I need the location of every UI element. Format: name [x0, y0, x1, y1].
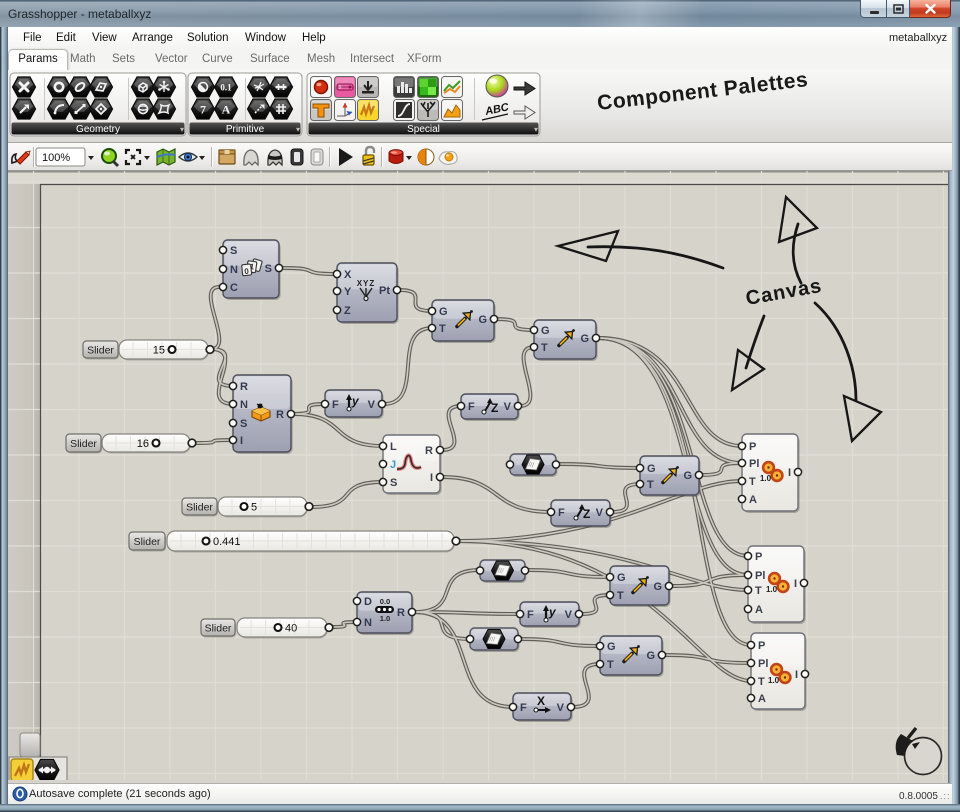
- svg-text:Z: Z: [583, 507, 590, 521]
- svg-text:F: F: [527, 609, 534, 621]
- svg-text:7: 7: [200, 103, 206, 117]
- svg-text:A: A: [758, 693, 766, 705]
- svg-text:Slider: Slider: [70, 438, 97, 450]
- svg-text:I: I: [240, 435, 243, 447]
- svg-text:▾: ▾: [534, 125, 538, 134]
- svg-text:T: T: [541, 342, 548, 354]
- svg-text:P: P: [758, 640, 765, 652]
- svg-text:D: D: [364, 596, 372, 608]
- svg-text:16: 16: [137, 438, 149, 450]
- svg-text:C: C: [230, 282, 238, 294]
- svg-text:P: P: [755, 551, 762, 563]
- svg-text:G: G: [646, 650, 655, 662]
- svg-text:▾: ▾: [296, 125, 300, 134]
- svg-text:G: G: [478, 314, 487, 326]
- svg-text:S: S: [265, 263, 272, 275]
- svg-text:1.0: 1.0: [760, 474, 772, 483]
- svg-text:V: V: [557, 702, 565, 714]
- svg-text:Primitive: Primitive: [226, 124, 265, 135]
- svg-text:X: X: [344, 269, 352, 281]
- svg-text:15: 15: [153, 345, 165, 357]
- svg-text:S: S: [390, 477, 397, 489]
- svg-text:0.0: 0.0: [380, 597, 390, 606]
- svg-text:J: J: [390, 459, 396, 471]
- svg-text:R: R: [240, 381, 248, 393]
- svg-text:N: N: [240, 399, 248, 411]
- svg-text:Slider: Slider: [87, 345, 114, 357]
- svg-text:XYZ: XYZ: [357, 279, 376, 288]
- svg-text:G: G: [647, 463, 656, 475]
- svg-text:G: G: [617, 572, 626, 584]
- svg-text:G: G: [607, 641, 616, 653]
- svg-text:Pl: Pl: [758, 658, 768, 670]
- svg-text:5: 5: [251, 502, 257, 514]
- svg-text:100%: 100%: [42, 152, 70, 164]
- svg-text:G: G: [541, 325, 550, 337]
- svg-text:Slider: Slider: [186, 502, 213, 514]
- svg-text:Y: Y: [344, 286, 352, 298]
- svg-text:T: T: [607, 659, 614, 671]
- svg-text:1.0: 1.0: [768, 676, 780, 685]
- svg-text:L: L: [390, 441, 397, 453]
- svg-text:P: P: [749, 441, 756, 453]
- svg-text:X: X: [537, 694, 545, 708]
- svg-text:S: S: [240, 418, 247, 430]
- svg-text:Geometry: Geometry: [76, 124, 120, 135]
- svg-text:Pl: Pl: [755, 570, 765, 582]
- svg-text:G: G: [683, 470, 692, 482]
- svg-text:R: R: [397, 607, 405, 619]
- svg-text:S: S: [230, 245, 237, 257]
- svg-text:▾: ▾: [180, 125, 184, 134]
- svg-text:Z: Z: [491, 401, 498, 415]
- svg-text:N: N: [364, 617, 372, 629]
- svg-text:Special: Special: [407, 124, 440, 135]
- svg-text:1.0: 1.0: [380, 614, 390, 623]
- svg-text:I: I: [788, 467, 791, 479]
- svg-text:40: 40: [285, 623, 297, 635]
- svg-text:y: y: [548, 605, 557, 619]
- svg-text:T: T: [755, 585, 762, 597]
- svg-text:y: y: [351, 394, 360, 408]
- svg-text:0.1: 0.1: [220, 83, 232, 93]
- svg-text:A: A: [222, 103, 231, 117]
- svg-text:Component Palettes: Component Palettes: [596, 70, 809, 115]
- svg-text:F: F: [468, 401, 475, 413]
- svg-text:I: I: [794, 578, 797, 590]
- svg-text:R: R: [276, 409, 284, 421]
- svg-text:G: G: [653, 581, 662, 593]
- svg-text:F: F: [558, 507, 565, 519]
- svg-text:A: A: [755, 604, 763, 616]
- svg-text:V: V: [368, 399, 376, 411]
- svg-text:Slider: Slider: [205, 623, 232, 635]
- svg-text:G: G: [439, 306, 448, 318]
- svg-text:T: T: [439, 323, 446, 335]
- svg-text:V: V: [565, 609, 573, 621]
- svg-text:T: T: [758, 676, 765, 688]
- svg-text:T: T: [749, 476, 756, 488]
- svg-text:Slider: Slider: [134, 536, 161, 548]
- svg-text:F: F: [520, 702, 527, 714]
- svg-text:F: F: [332, 399, 339, 411]
- svg-text:Pl: Pl: [749, 458, 759, 470]
- svg-text:A: A: [749, 494, 757, 506]
- svg-text:I: I: [795, 669, 798, 681]
- svg-text:Pt: Pt: [379, 285, 390, 297]
- svg-text:T: T: [617, 590, 624, 602]
- svg-text:V: V: [504, 401, 512, 413]
- svg-text:N: N: [230, 264, 238, 276]
- svg-text:R: R: [425, 445, 433, 457]
- svg-text:Z: Z: [344, 305, 351, 317]
- svg-text:T: T: [647, 479, 654, 491]
- svg-text:G: G: [580, 333, 589, 345]
- svg-text:0.441: 0.441: [213, 536, 241, 548]
- svg-text:V: V: [596, 507, 604, 519]
- svg-text:I: I: [430, 472, 433, 484]
- svg-text:1.0: 1.0: [766, 585, 778, 594]
